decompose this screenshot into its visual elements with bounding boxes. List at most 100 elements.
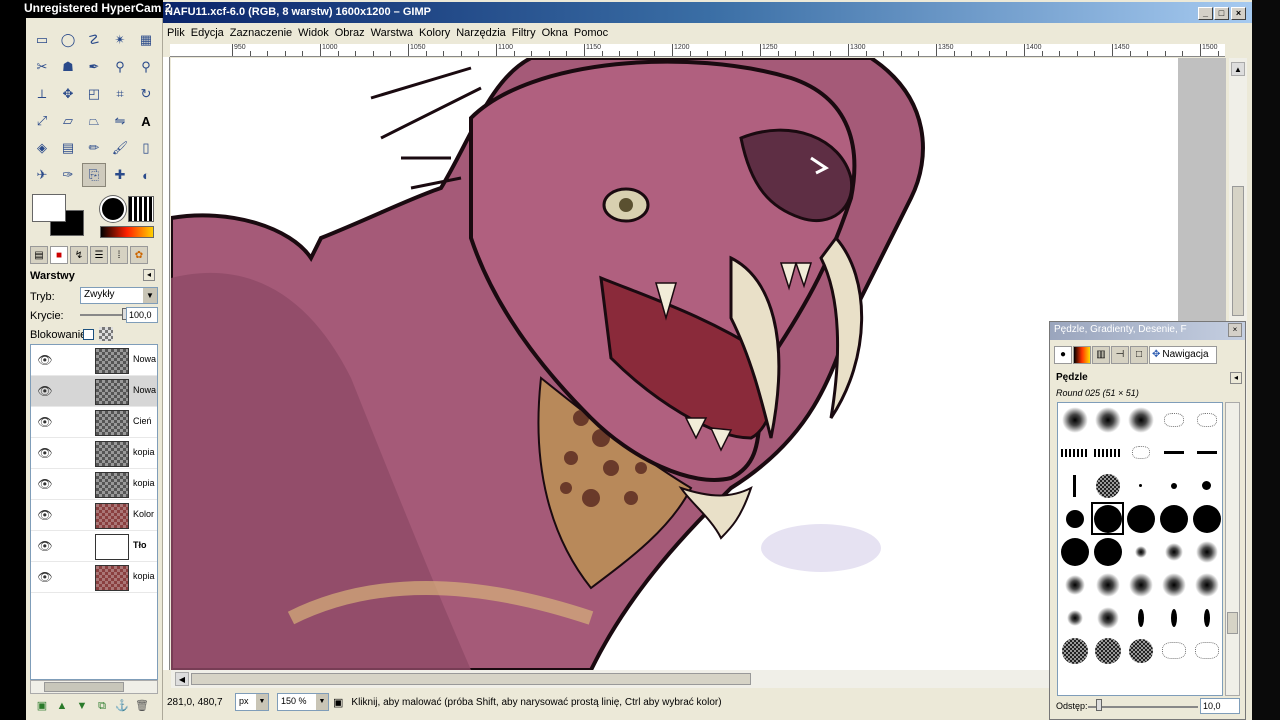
align-tool-icon[interactable]: ◰	[82, 82, 106, 106]
layer-thumbnail[interactable]	[95, 503, 129, 529]
canvas-horizontal-scroll-thumb[interactable]	[191, 673, 751, 685]
layer-thumbnail[interactable]	[95, 379, 129, 405]
lower-layer-icon[interactable]: ▼	[74, 698, 90, 714]
spacing-value-input[interactable]: 10,0	[1200, 698, 1240, 714]
layer-name[interactable]: Nowa	[133, 354, 157, 364]
eye-icon[interactable]: 👁	[31, 415, 59, 429]
brush-cell[interactable]	[1091, 601, 1124, 634]
active-gradient-preview[interactable]	[100, 226, 154, 238]
menu-item[interactable]: Okna	[542, 27, 574, 39]
tab-brushes-icon[interactable]: ●	[1054, 346, 1072, 364]
rotate-tool-icon[interactable]: ↻	[134, 82, 158, 106]
rect-select-tool-icon[interactable]: ▭	[30, 28, 54, 52]
tab-palettes-icon[interactable]: □	[1130, 346, 1148, 364]
new-layer-icon[interactable]: ▣	[34, 698, 50, 714]
tab-fonts-icon[interactable]: ⊣	[1111, 346, 1129, 364]
tab-undo-icon[interactable]: ☰	[90, 246, 108, 264]
opacity-slider[interactable]	[80, 314, 126, 316]
close-button[interactable]: ×	[1231, 7, 1246, 20]
move-tool-icon[interactable]: ✥	[56, 82, 80, 106]
delete-layer-icon[interactable]: 🗑	[134, 698, 150, 714]
dodge-burn-tool-icon[interactable]: ◐	[134, 163, 158, 187]
brush-cell[interactable]	[1157, 601, 1190, 634]
eye-icon[interactable]: 👁	[31, 508, 59, 522]
ellipse-select-tool-icon[interactable]: ◯	[56, 28, 80, 52]
eye-icon[interactable]: 👁	[31, 446, 59, 460]
maximize-button[interactable]: □	[1214, 7, 1229, 20]
layer-row[interactable]: 👁 Cień	[31, 407, 157, 438]
brush-cell[interactable]	[1124, 469, 1157, 502]
tab-layers-icon[interactable]: ▤	[30, 246, 48, 264]
brush-cell[interactable]	[1091, 568, 1124, 601]
menu-item[interactable]: Obraz	[335, 27, 371, 39]
zoom-tool-icon[interactable]: ⚲	[134, 55, 158, 79]
measure-tool-icon[interactable]: ⟂	[30, 82, 54, 106]
eraser-tool-icon[interactable]: ▯	[134, 136, 158, 160]
layer-thumbnail[interactable]	[95, 534, 129, 560]
layer-row[interactable]: 👁 kopia	[31, 438, 157, 469]
brush-cell[interactable]	[1058, 469, 1091, 502]
foreground-select-tool-icon[interactable]: ☗	[56, 55, 80, 79]
tab-brushes-icon[interactable]: ✿	[130, 246, 148, 264]
spacing-slider[interactable]	[1088, 706, 1198, 708]
tab-navigation[interactable]: ✥ Nawigacja	[1149, 346, 1217, 364]
brush-grid-scroll-thumb[interactable]	[1227, 612, 1238, 634]
eye-icon[interactable]: 👁	[31, 570, 59, 584]
window-titlebar[interactable]: NAFU11.xcf-6.0 (RGB, 8 warstw) 1600x1200…	[163, 2, 1252, 23]
scroll-left-icon[interactable]: ◀	[175, 672, 189, 686]
menu-item[interactable]: Kolory	[419, 27, 456, 39]
brush-cell[interactable]	[1091, 634, 1124, 667]
close-icon[interactable]: ×	[1228, 323, 1242, 337]
brush-cell[interactable]	[1190, 535, 1222, 568]
pencil-tool-icon[interactable]: ✏	[82, 136, 106, 160]
brush-cell[interactable]	[1058, 634, 1091, 667]
clone-tool-icon[interactable]: ⎘	[82, 163, 106, 187]
crop-tool-icon[interactable]: ⌗	[108, 82, 132, 106]
brush-cell[interactable]	[1058, 535, 1091, 568]
opacity-value-input[interactable]: 100,0	[126, 307, 158, 323]
active-brush-preview[interactable]	[100, 196, 126, 222]
layers-scroll-thumb[interactable]	[44, 682, 124, 692]
paintbrush-tool-icon[interactable]: 🖌	[108, 136, 132, 160]
zoom-select[interactable]: 150 % ▼	[277, 693, 329, 711]
tab-tool-options-icon[interactable]: ⁞	[110, 246, 128, 264]
menu-item[interactable]: Zaznaczenie	[230, 27, 298, 39]
brush-cell[interactable]	[1157, 634, 1190, 667]
brush-cell[interactable]	[1157, 469, 1190, 502]
brush-cell[interactable]	[1190, 403, 1222, 436]
brush-cell[interactable]	[1157, 568, 1190, 601]
layer-name[interactable]: kopia	[133, 478, 157, 488]
brush-cell[interactable]	[1058, 436, 1091, 469]
brush-cell[interactable]	[1190, 634, 1222, 667]
mode-select[interactable]: Zwykły ▼	[80, 287, 158, 304]
ink-tool-icon[interactable]: ✑	[56, 163, 80, 187]
menu-item[interactable]: Edycja	[191, 27, 230, 39]
layer-name[interactable]: kopia	[133, 571, 157, 581]
brush-cell[interactable]	[1190, 568, 1222, 601]
duplicate-layer-icon[interactable]: ⧉	[94, 698, 110, 714]
layer-row[interactable]: 👁 Nowa	[31, 345, 157, 376]
layer-name[interactable]: kopia	[133, 447, 157, 457]
canvas-vertical-scroll-thumb[interactable]	[1232, 186, 1244, 316]
scissors-tool-icon[interactable]: ✂	[30, 55, 54, 79]
tab-patterns-icon[interactable]: ▥	[1092, 346, 1110, 364]
lock-alpha-icon[interactable]	[99, 327, 113, 341]
brush-cell[interactable]	[1157, 403, 1190, 436]
lock-pixels-checkbox[interactable]	[83, 329, 94, 340]
brush-cell[interactable]	[1058, 601, 1091, 634]
panel-menu-icon[interactable]: ◂	[1230, 372, 1242, 384]
brush-cell[interactable]	[1124, 634, 1157, 667]
bucket-fill-tool-icon[interactable]: ◈	[30, 136, 54, 160]
brush-grid-scrollbar[interactable]	[1225, 402, 1240, 696]
layer-row[interactable]: 👁 kopia	[31, 469, 157, 500]
perspective-tool-icon[interactable]: ⏢	[82, 109, 106, 133]
layer-name[interactable]: Cień	[133, 416, 157, 426]
brush-cell[interactable]	[1124, 535, 1157, 568]
vertical-ruler[interactable]	[163, 57, 170, 670]
layer-name[interactable]: Nowa	[133, 385, 157, 395]
minimize-button[interactable]: _	[1198, 7, 1213, 20]
brushes-dock-title[interactable]: Pędzle, Gradienty, Desenie, F	[1050, 322, 1245, 340]
brush-cell[interactable]	[1124, 568, 1157, 601]
shear-tool-icon[interactable]: ▱	[56, 109, 80, 133]
eye-icon[interactable]: 👁	[31, 353, 59, 367]
